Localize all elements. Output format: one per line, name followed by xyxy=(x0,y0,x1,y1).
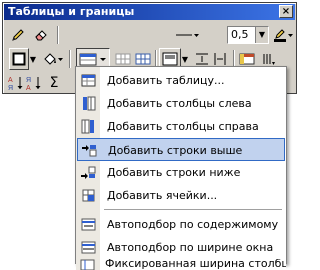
menu-item-autofit-window[interactable]: Автоподбор по ширине окна xyxy=(77,236,285,259)
insert-columns-right-icon xyxy=(81,119,94,134)
sort-ascending-icon: А Я xyxy=(8,77,23,91)
shading-color-button[interactable] xyxy=(41,48,65,70)
table-autoformat-icon xyxy=(239,53,255,65)
menu-item-label: Фиксированная ширина столбца xyxy=(105,259,286,270)
menu-item-insert-table[interactable]: Добавить таблицу... xyxy=(77,69,285,92)
sort-descending-icon: Я А xyxy=(26,77,41,91)
menu-separator xyxy=(104,209,282,210)
shading-icon xyxy=(44,53,63,65)
toolbar-separator xyxy=(69,50,71,68)
line-weight-select[interactable]: 0,5 ▼ xyxy=(227,26,269,44)
autofit-window-icon xyxy=(81,241,96,254)
text-direction-icon xyxy=(263,54,275,65)
split-cells-icon xyxy=(135,53,151,65)
eraser-icon xyxy=(35,30,47,41)
autofit-contents-icon xyxy=(81,218,96,231)
fixed-column-width-icon xyxy=(80,259,95,270)
svg-text:Я: Я xyxy=(8,85,13,91)
borders-icon xyxy=(12,52,26,66)
menu-item-fixed-column-width[interactable]: Фиксированная ширина столбца xyxy=(76,259,286,270)
eraser-button[interactable] xyxy=(30,24,52,46)
menu-item-label: Добавить строки ниже xyxy=(107,166,241,179)
toolbar-separator xyxy=(57,26,59,44)
outside-border-button[interactable] xyxy=(9,48,29,70)
toolbar-title: Таблицы и границы xyxy=(8,5,135,18)
border-color-button[interactable] xyxy=(271,24,295,46)
svg-text:А: А xyxy=(8,77,13,84)
insert-table-menu: Добавить таблицу... Добавить столбцы сле… xyxy=(75,66,287,264)
menu-item-insert-columns-right[interactable]: Добавить столбцы справа xyxy=(77,115,285,138)
menu-item-insert-cells[interactable]: Добавить ячейки... xyxy=(77,184,285,207)
menu-item-insert-rows-above[interactable]: Добавить строки выше xyxy=(77,138,285,161)
insert-columns-left-icon xyxy=(83,96,96,111)
autosum-button[interactable]: Σ xyxy=(45,72,63,94)
border-color-icon xyxy=(274,29,293,42)
insert-rows-below-icon xyxy=(81,166,96,179)
menu-item-label: Добавить ячейки... xyxy=(107,189,218,202)
menu-item-label: Добавить таблицу... xyxy=(107,74,225,87)
chevron-down-icon[interactable]: ▼ xyxy=(29,48,37,70)
menu-item-label: Автоподбор по содержимому xyxy=(107,218,279,231)
insert-rows-above-icon xyxy=(82,145,97,157)
sum-icon: Σ xyxy=(49,75,59,91)
line-style-icon xyxy=(176,34,199,37)
insert-cells-icon xyxy=(82,189,95,202)
distribute-columns-icon xyxy=(214,53,226,65)
menu-item-label: Добавить столбцы справа xyxy=(107,120,259,133)
distribute-rows-icon xyxy=(196,53,208,65)
align-icon xyxy=(162,52,178,66)
toolbar-titlebar[interactable]: Таблицы и границы × xyxy=(4,4,295,20)
draw-table-button[interactable] xyxy=(7,24,29,46)
menu-item-label: Добавить столбцы слева xyxy=(107,97,252,110)
close-button[interactable]: × xyxy=(279,5,293,18)
menu-item-insert-rows-below[interactable]: Добавить строки ниже xyxy=(77,161,285,184)
menu-item-insert-columns-left[interactable]: Добавить столбцы слева xyxy=(77,92,285,115)
chevron-down-icon[interactable]: ▼ xyxy=(255,27,268,43)
sort-ascending-button[interactable]: А Я xyxy=(7,72,25,94)
pencil-icon xyxy=(12,29,24,41)
toolbar-row-1: 0,5 ▼ xyxy=(5,23,294,47)
svg-text:Я: Я xyxy=(26,77,31,84)
menu-item-label: Добавить строки выше xyxy=(108,144,243,157)
menu-item-autofit-contents[interactable]: Автоподбор по содержимому xyxy=(77,213,285,236)
insert-table-icon xyxy=(81,74,96,87)
svg-text:А: А xyxy=(26,85,31,91)
merge-cells-icon xyxy=(115,53,131,65)
insert-table-icon xyxy=(79,53,106,66)
line-weight-value: 0,5 xyxy=(231,28,249,41)
sort-descending-button[interactable]: Я А xyxy=(25,72,43,94)
menu-item-label: Автоподбор по ширине окна xyxy=(107,241,274,254)
line-style-dropdown[interactable] xyxy=(173,24,201,46)
